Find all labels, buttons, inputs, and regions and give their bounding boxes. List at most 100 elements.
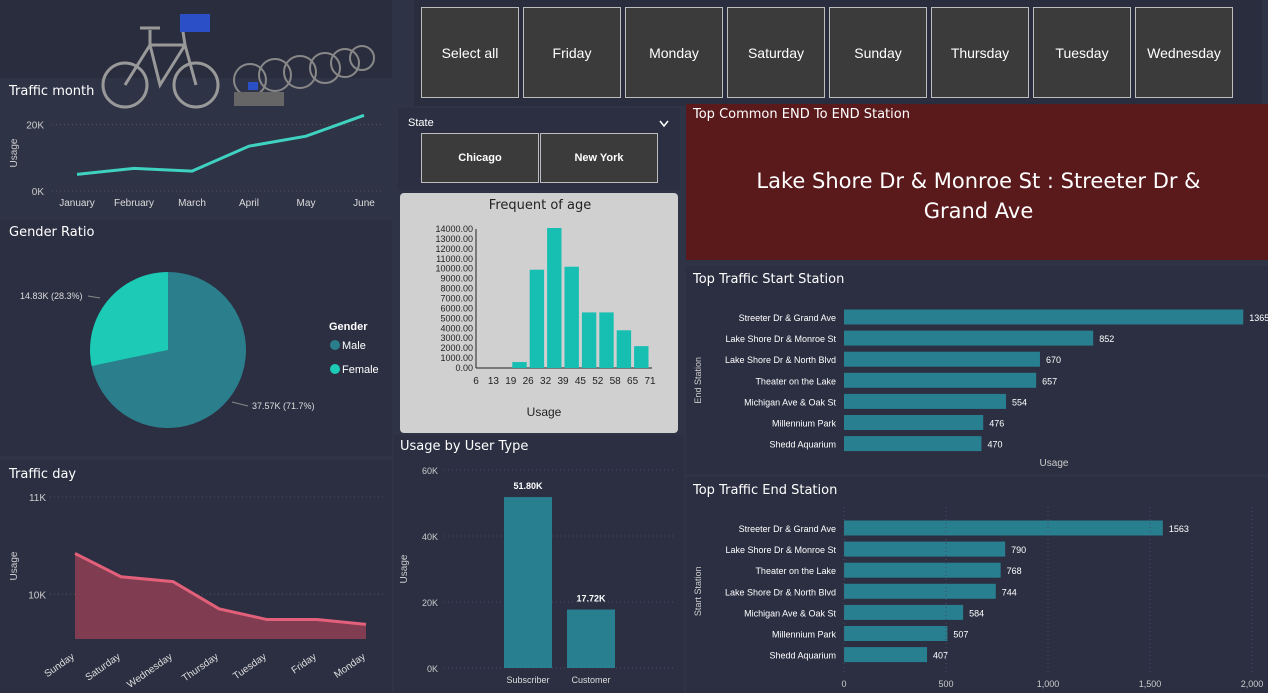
pie-label-female: 14.83K (28.3%) bbox=[20, 291, 83, 301]
x-tick-label: 1,500 bbox=[1139, 679, 1162, 689]
day-button-wednesday[interactable]: Wednesday bbox=[1135, 7, 1233, 98]
x-axis-label: Usage bbox=[1040, 458, 1069, 469]
y-tick-label: 2000.00 bbox=[440, 343, 473, 353]
category-label: Shedd Aquarium bbox=[769, 440, 836, 450]
y-tick-label: 14000.00 bbox=[435, 224, 473, 234]
data-label: 470 bbox=[987, 440, 1002, 450]
top-common-panel: Top Common END To END Station Lake Shore… bbox=[686, 104, 1268, 260]
y-axis-label: Usage bbox=[9, 551, 20, 580]
x-tick-label: Tuesday bbox=[231, 651, 268, 682]
user-type-bar bbox=[504, 497, 552, 668]
traffic-day-chart: 11K 10K Usage Sunday Saturday Wednesday Thursd… bbox=[9, 493, 385, 691]
station-bar bbox=[844, 309, 1244, 325]
data-label: 768 bbox=[1007, 566, 1022, 576]
x-tick-label: 500 bbox=[938, 679, 953, 689]
day-button-saturday[interactable]: Saturday bbox=[727, 7, 825, 98]
day-button-monday[interactable]: Monday bbox=[625, 7, 723, 98]
top-common-title: Top Common END To END Station bbox=[693, 107, 910, 122]
data-label: 790 bbox=[1011, 545, 1026, 555]
y-tick-label: 1000.00 bbox=[440, 353, 473, 363]
y-tick-label: 60K bbox=[422, 466, 438, 476]
x-tick-label: 52 bbox=[592, 376, 604, 387]
legend-marker-male bbox=[330, 340, 340, 350]
category-label: Lake Shore Dr & North Blvd bbox=[725, 587, 836, 597]
x-tick-label: Subscriber bbox=[506, 675, 549, 685]
user-type-chart: 60K 40K 20K 0K Usage 51.80K Subscriber 17.72K Cu… bbox=[399, 466, 674, 685]
age-bar bbox=[512, 362, 527, 368]
state-option-chicago[interactable]: Chicago bbox=[421, 133, 539, 183]
x-tick-label: 6 bbox=[473, 376, 479, 387]
y-tick-label: 20K bbox=[26, 121, 44, 132]
data-label: 476 bbox=[989, 419, 1004, 429]
station-bar bbox=[844, 351, 1040, 367]
data-label: 852 bbox=[1099, 334, 1114, 344]
chevron-down-icon[interactable] bbox=[658, 119, 670, 129]
category-label: Streeter Dr & Grand Ave bbox=[739, 313, 836, 323]
data-label: 507 bbox=[953, 630, 968, 640]
x-tick-label: Customer bbox=[571, 675, 610, 685]
x-tick-label: 45 bbox=[575, 376, 587, 387]
y-tick-label: 11000.00 bbox=[436, 254, 473, 264]
day-button-friday[interactable]: Friday bbox=[523, 7, 621, 98]
traffic-month-chart: 20K 0K Usage January February March April May Ju… bbox=[9, 113, 382, 209]
x-tick-label: February bbox=[114, 198, 154, 209]
age-bar bbox=[547, 228, 562, 368]
y-tick-label: 7000.00 bbox=[440, 294, 473, 304]
x-tick-label: 58 bbox=[610, 376, 622, 387]
data-label: 744 bbox=[1002, 587, 1017, 597]
state-slicer-label: State bbox=[408, 117, 434, 129]
end-station-panel: Top Traffic End Station Streeter Dr & Gr… bbox=[686, 477, 1268, 693]
user-type-panel: Usage by User Type 60K 40K 20K 0K Usage 51.80… bbox=[394, 435, 684, 693]
state-option-new-york[interactable]: New York bbox=[540, 133, 658, 183]
y-tick-label: 13000.00 bbox=[435, 234, 473, 244]
age-bar bbox=[564, 266, 579, 368]
gender-pie-chart: 14.83K (28.3%) 37.57K (71.7%) Gender Male Fe… bbox=[20, 272, 379, 428]
x-tick-label: Wednesday bbox=[125, 651, 174, 690]
category-label: Theater on the Lake bbox=[755, 566, 836, 576]
x-tick-label: 39 bbox=[557, 376, 569, 387]
y-tick-label: 0K bbox=[32, 187, 45, 198]
x-tick-label: 65 bbox=[627, 376, 639, 387]
x-tick-label: Sunday bbox=[43, 651, 77, 679]
category-label: Millennium Park bbox=[772, 419, 837, 429]
legend-title: Gender bbox=[329, 321, 368, 333]
traffic-month-panel: Traffic month 20K 0K Usage January February M… bbox=[0, 78, 392, 216]
pie-slice-female bbox=[90, 272, 168, 367]
x-tick-label: Saturday bbox=[84, 651, 123, 683]
data-label: 1563 bbox=[1169, 524, 1189, 534]
series-area bbox=[75, 553, 366, 639]
gender-ratio-panel: Gender Ratio 14.83K (28.3%) 37.57K (71.7%… bbox=[0, 220, 392, 456]
station-bar bbox=[844, 583, 996, 599]
end-station-chart: Streeter Dr & Grand Ave 1563 Lake Shore Dr… bbox=[693, 507, 1263, 689]
day-button-sunday[interactable]: Sunday bbox=[829, 7, 927, 98]
day-button-tuesday[interactable]: Tuesday bbox=[1033, 7, 1131, 98]
day-button-select-all[interactable]: Select all bbox=[421, 7, 519, 98]
y-tick-label: 10000.00 bbox=[435, 264, 473, 274]
y-tick-label: 0.00 bbox=[455, 363, 473, 373]
y-tick-label: 10K bbox=[28, 590, 46, 601]
category-label: Streeter Dr & Grand Ave bbox=[739, 524, 836, 534]
station-bar bbox=[844, 626, 948, 641]
y-axis-label: Usage bbox=[9, 138, 20, 167]
age-bar bbox=[616, 330, 632, 368]
y-tick-label: 11K bbox=[29, 493, 46, 504]
y-tick-label: 20K bbox=[422, 598, 438, 608]
category-label: Lake Shore Dr & Monroe St bbox=[725, 545, 836, 555]
station-bar bbox=[844, 604, 964, 620]
age-frequency-chart: 14000.0013000.0012000.0011000.0010000.00… bbox=[435, 224, 656, 387]
y-tick-label: 12000.00 bbox=[435, 244, 473, 254]
y-tick-label: 3000.00 bbox=[440, 333, 473, 343]
station-bar bbox=[844, 330, 1094, 346]
x-tick-label: Thursday bbox=[180, 651, 220, 684]
y-tick-label: 6000.00 bbox=[440, 303, 473, 313]
x-tick-label: 13 bbox=[488, 376, 500, 387]
age-bar bbox=[634, 346, 649, 368]
x-tick-label: June bbox=[353, 198, 375, 209]
data-label: 670 bbox=[1046, 355, 1061, 365]
age-frequency-xlabel: Usage bbox=[526, 405, 562, 419]
day-button-thursday[interactable]: Thursday bbox=[931, 7, 1029, 98]
legend-marker-female bbox=[330, 364, 340, 374]
station-bar bbox=[844, 372, 1037, 388]
station-bar bbox=[844, 415, 984, 430]
category-label: Michigan Ave & Oak St bbox=[744, 397, 836, 407]
